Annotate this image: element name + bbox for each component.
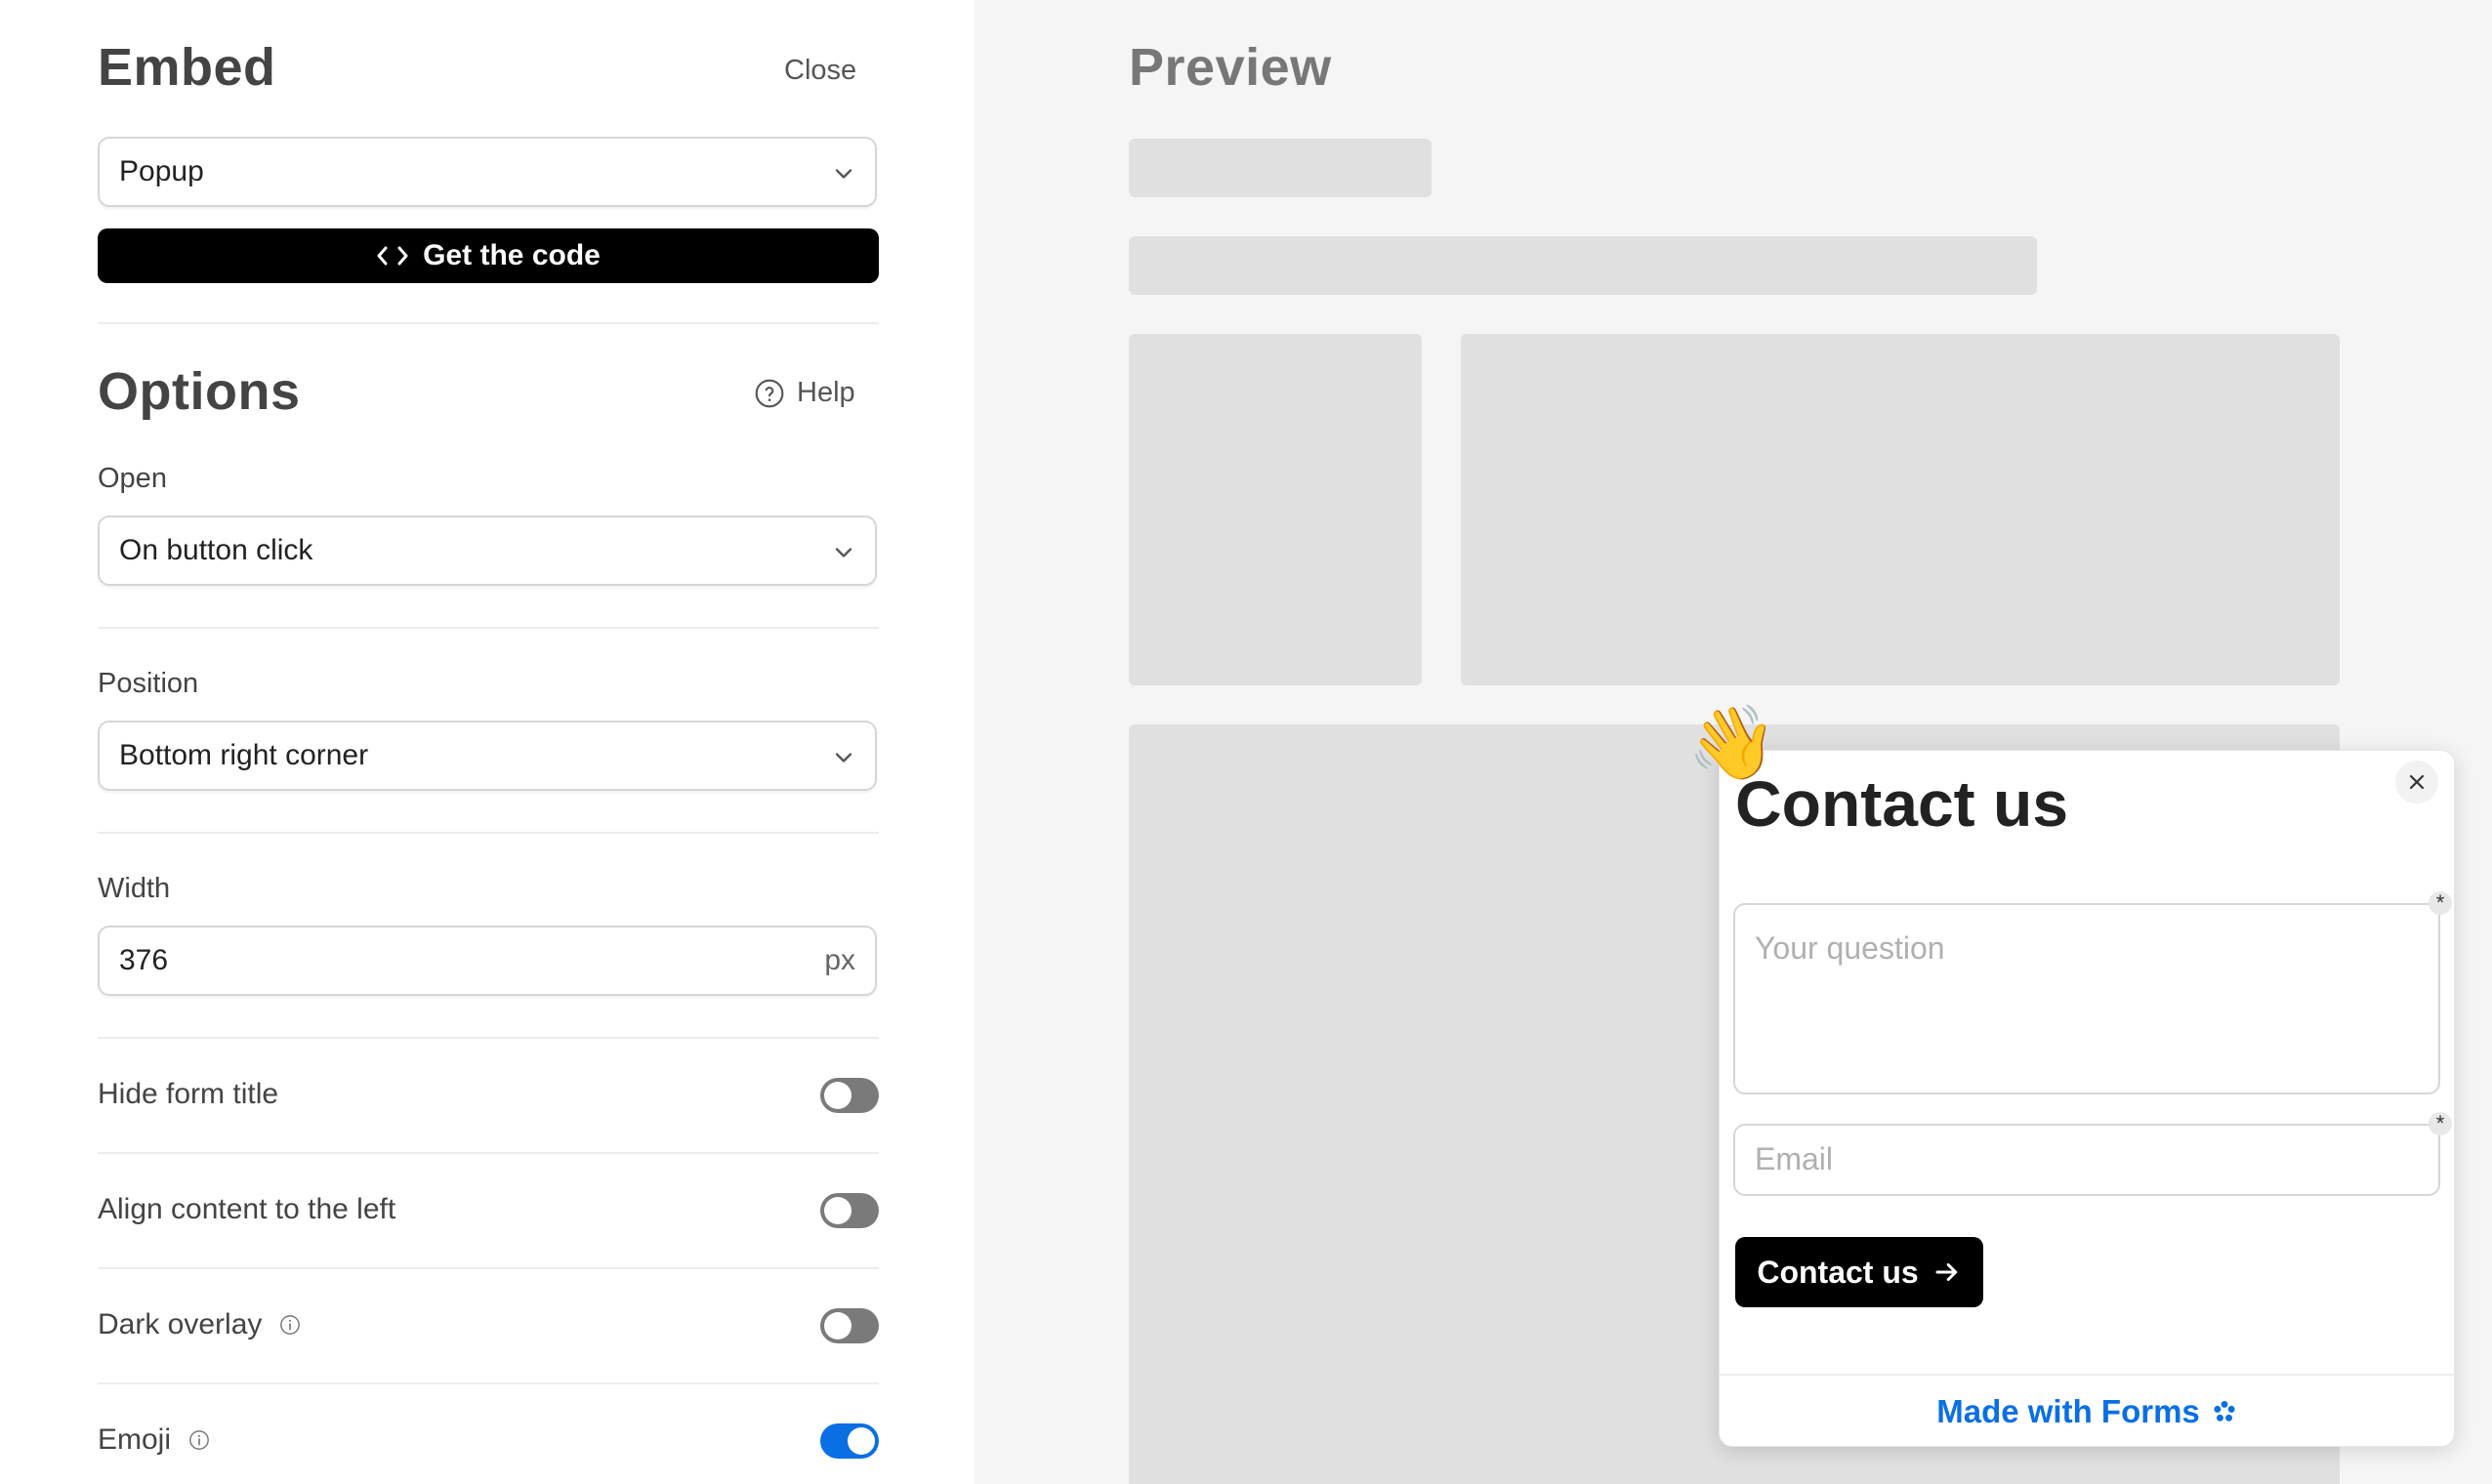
width-value: 376 bbox=[119, 944, 169, 976]
align-left-label: Align content to the left bbox=[98, 1193, 395, 1226]
toggle-knob bbox=[824, 1312, 851, 1340]
email-placeholder: Email bbox=[1755, 1141, 1834, 1176]
options-title: Options bbox=[98, 362, 301, 421]
info-icon[interactable] bbox=[188, 1429, 210, 1451]
open-value: On button click bbox=[119, 534, 313, 566]
divider bbox=[98, 1382, 879, 1384]
required-mark: * bbox=[2429, 1112, 2452, 1135]
open-label: Open bbox=[98, 463, 167, 494]
divider bbox=[98, 1152, 879, 1154]
width-input[interactable]: 376 px bbox=[98, 926, 877, 996]
info-icon[interactable] bbox=[279, 1314, 301, 1336]
chevron-down-icon bbox=[835, 169, 852, 179]
waving-hand-emoji: 👋 bbox=[1687, 702, 1778, 783]
close-button[interactable]: Close bbox=[784, 55, 856, 87]
footer-label: Made with Forms bbox=[1936, 1393, 2200, 1429]
question-placeholder: Your question bbox=[1755, 930, 1945, 966]
position-value: Bottom right corner bbox=[119, 739, 369, 771]
embed-settings-panel: Embed Close Popup Get the code Options H… bbox=[0, 0, 975, 1484]
help-circle-icon bbox=[755, 379, 784, 407]
embed-type-value: Popup bbox=[119, 155, 204, 187]
popup-title: Contact us bbox=[1735, 767, 2069, 840]
hide-title-label: Hide form title bbox=[98, 1078, 278, 1111]
question-field[interactable]: Your question * bbox=[1733, 891, 2452, 1094]
placeholder-block bbox=[1461, 334, 2340, 685]
emoji-label: Emoji bbox=[98, 1423, 210, 1457]
embed-title: Embed bbox=[98, 38, 276, 97]
arrow-right-icon bbox=[1935, 1263, 1957, 1281]
open-select[interactable]: On button click bbox=[98, 515, 877, 586]
toggle-label: Hide form title bbox=[98, 1078, 279, 1110]
position-select[interactable]: Bottom right corner bbox=[98, 721, 877, 791]
position-label: Position bbox=[98, 668, 199, 699]
chevron-down-icon bbox=[835, 548, 852, 557]
made-with-forms-link[interactable]: Made with Forms bbox=[1720, 1374, 2454, 1448]
placeholder-block bbox=[1129, 236, 2037, 295]
toggle-label: Align content to the left bbox=[98, 1193, 396, 1225]
contact-submit-button[interactable]: Contact us bbox=[1735, 1237, 1983, 1307]
dark-overlay-toggle[interactable] bbox=[820, 1308, 879, 1343]
divider bbox=[98, 322, 879, 324]
toggle-knob bbox=[824, 1197, 851, 1224]
get-code-label: Get the code bbox=[423, 239, 601, 271]
chevron-down-icon bbox=[835, 753, 852, 763]
preview-panel: Preview Contact us Your question * Email… bbox=[975, 0, 2492, 1484]
emoji-toggle[interactable] bbox=[820, 1423, 879, 1459]
required-mark: * bbox=[2429, 891, 2452, 915]
divider bbox=[98, 1037, 879, 1039]
preview-title: Preview bbox=[1129, 38, 1332, 97]
toggle-knob bbox=[824, 1082, 851, 1109]
submit-label: Contact us bbox=[1757, 1254, 1919, 1290]
align-left-toggle[interactable] bbox=[820, 1193, 879, 1228]
width-label: Width bbox=[98, 873, 171, 904]
toggle-knob bbox=[848, 1427, 875, 1455]
divider bbox=[98, 832, 879, 834]
help-button[interactable]: Help bbox=[754, 377, 855, 409]
hide-title-toggle[interactable] bbox=[820, 1078, 879, 1113]
divider bbox=[98, 1267, 879, 1269]
forms-logo-icon bbox=[2214, 1400, 2235, 1422]
get-code-button[interactable]: Get the code bbox=[98, 228, 879, 283]
placeholder-block bbox=[1129, 139, 1432, 197]
width-unit: px bbox=[824, 944, 855, 976]
embed-type-select[interactable]: Popup bbox=[98, 137, 877, 207]
toggle-label: Dark overlay bbox=[98, 1308, 263, 1340]
close-icon[interactable] bbox=[2395, 761, 2438, 804]
toggle-label: Emoji bbox=[98, 1423, 172, 1456]
dark-overlay-label: Dark overlay bbox=[98, 1308, 301, 1341]
placeholder-block bbox=[1129, 334, 1422, 685]
divider bbox=[98, 627, 879, 629]
contact-popup: Contact us Your question * Email * Conta… bbox=[1719, 750, 2455, 1447]
x-icon bbox=[2409, 774, 2425, 790]
code-icon bbox=[377, 246, 408, 266]
help-label: Help bbox=[797, 377, 855, 408]
email-field[interactable]: Email * bbox=[1733, 1112, 2452, 1196]
